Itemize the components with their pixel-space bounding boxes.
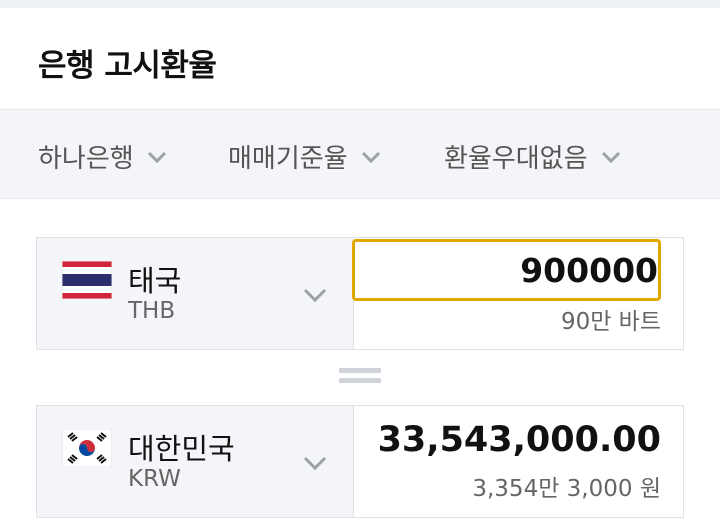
to-country-name: 대한민국	[128, 432, 235, 466]
top-divider	[0, 0, 720, 8]
rate-type-dropdown[interactable]: 매매기준율	[228, 138, 384, 175]
korea-flag-icon	[62, 429, 112, 467]
thailand-flag-icon	[62, 261, 112, 299]
from-country-name: 태국	[128, 264, 182, 298]
from-currency-select[interactable]: 태국 THB	[37, 238, 354, 349]
page-title: 은행 고시환율	[38, 48, 217, 84]
converted-amount: 33,543,000.00	[377, 420, 661, 460]
from-currency-code: THB	[128, 298, 176, 324]
bank-select-label: 하나은행	[38, 144, 134, 174]
to-currency-code: KRW	[128, 466, 181, 492]
preferential-rate-dropdown[interactable]: 환율우대없음	[444, 138, 624, 175]
converted-amount-korean-text: 3,354만 3,000 원	[472, 476, 661, 502]
equals-icon	[339, 368, 381, 388]
chevron-down-icon	[601, 151, 620, 163]
amount-input[interactable]	[352, 239, 661, 301]
preferential-rate-label: 환율우대없음	[444, 144, 588, 174]
amount-korean-text: 90만 바트	[560, 309, 661, 335]
to-currency-select[interactable]: 대한민국 KRW	[37, 406, 354, 517]
chevron-down-icon	[147, 151, 166, 163]
from-currency-row: 태국 THB 90만 바트	[36, 237, 684, 350]
filter-bar: 하나은행 매매기준율 환율우대없음	[0, 109, 720, 199]
header: 은행 고시환율	[0, 8, 720, 109]
chevron-down-icon	[303, 288, 327, 303]
rate-type-label: 매매기준율	[228, 144, 348, 174]
chevron-down-icon	[303, 456, 327, 471]
chevron-down-icon	[361, 151, 380, 163]
to-currency-row: 대한민국 KRW 33,543,000.00 3,354만 3,000 원	[36, 405, 684, 518]
bank-select-dropdown[interactable]: 하나은행	[38, 138, 170, 175]
